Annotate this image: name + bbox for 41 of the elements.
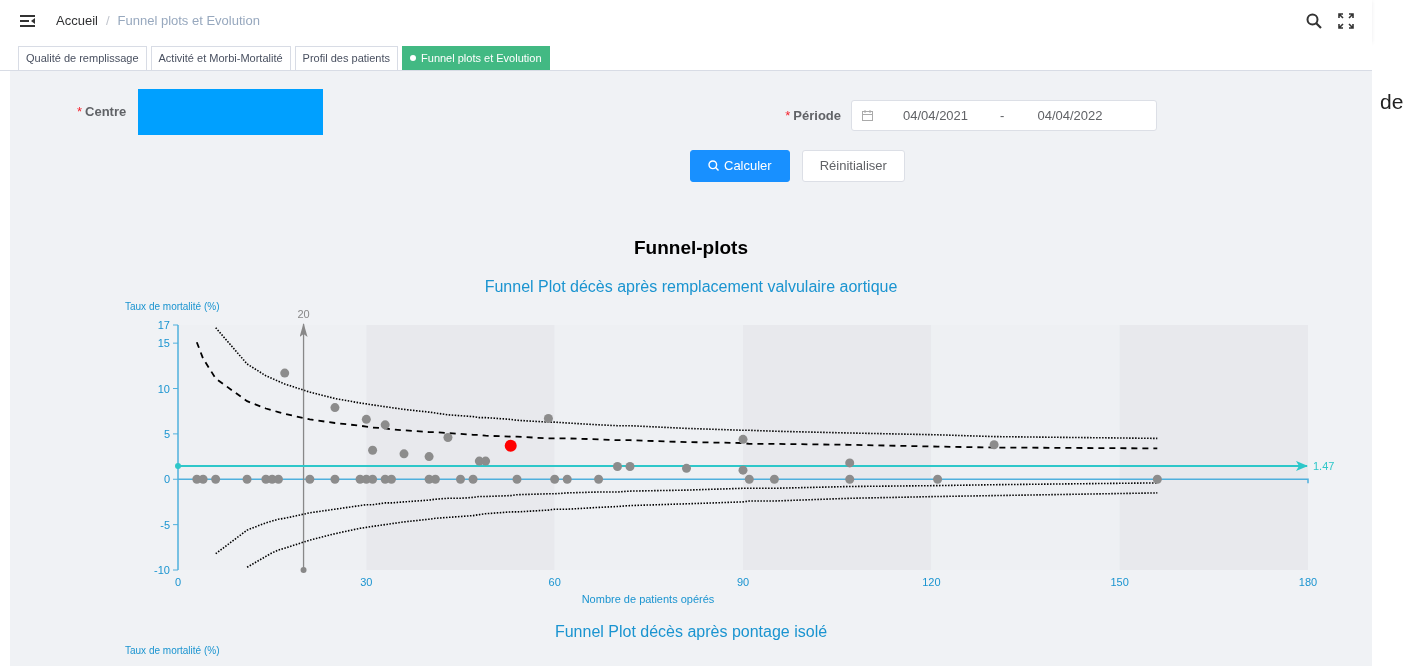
tick-label: 15	[157, 337, 170, 350]
tick-label: 17	[157, 319, 170, 331]
tick-label: 0	[163, 473, 170, 486]
breadcrumb-link[interactable]: Accueil	[56, 11, 98, 31]
search-icon	[708, 160, 719, 172]
tick-label: 0	[174, 576, 182, 588]
tab[interactable]: Profil des patients	[294, 46, 399, 70]
tick-label: 60	[548, 576, 561, 588]
reset-button[interactable]: Réinitialiser	[801, 150, 905, 182]
tick-label: 180	[1298, 576, 1318, 588]
breadcrumb-current: Funnel plots et Evolution	[117, 12, 260, 31]
tick-label: 120	[922, 576, 941, 588]
tick-label: 30	[360, 576, 373, 588]
text-fragment: de	[1380, 89, 1404, 115]
centre-field[interactable]	[138, 88, 324, 135]
period-label: * Période	[785, 107, 841, 125]
centre-label: * Centre	[77, 102, 127, 121]
tick-label: 150	[1110, 576, 1129, 588]
breadcrumb-separator: /	[105, 12, 110, 31]
menu-icon[interactable]	[20, 15, 35, 27]
line-label: 1.47	[1313, 459, 1335, 472]
fullscreen-icon[interactable]	[1338, 13, 1354, 29]
section-title: Funnel-plots	[634, 237, 748, 258]
axis-title: Nombre de patients opérés	[581, 593, 715, 605]
tick-label: 5	[163, 427, 170, 440]
tick-label: 10	[157, 382, 170, 395]
line-end-dot	[300, 567, 307, 573]
axis-title: Taux de mortalité (%)	[125, 301, 220, 312]
tab[interactable]: Activité et Morbi-Mortalité	[150, 46, 291, 70]
tab[interactable]: Qualité de remplissage	[18, 46, 147, 70]
line-label: 20	[297, 308, 310, 320]
tick-label: 90	[736, 576, 750, 588]
line-end-dot	[175, 462, 181, 469]
tick-label: -10	[154, 564, 170, 576]
tick-label: -5	[160, 518, 170, 531]
calendar-icon	[862, 110, 873, 121]
axis-title: Taux de mortalité (%)	[125, 644, 220, 657]
chart-title: Funnel Plot décès après remplacement valvulaire aortique	[484, 277, 898, 295]
chart-title: Funnel Plot décès après pontage isolé	[554, 623, 828, 640]
search-icon[interactable]	[1306, 13, 1322, 29]
date-range-field[interactable]: 04/04/2021 - 04/04/2022	[851, 100, 1157, 131]
